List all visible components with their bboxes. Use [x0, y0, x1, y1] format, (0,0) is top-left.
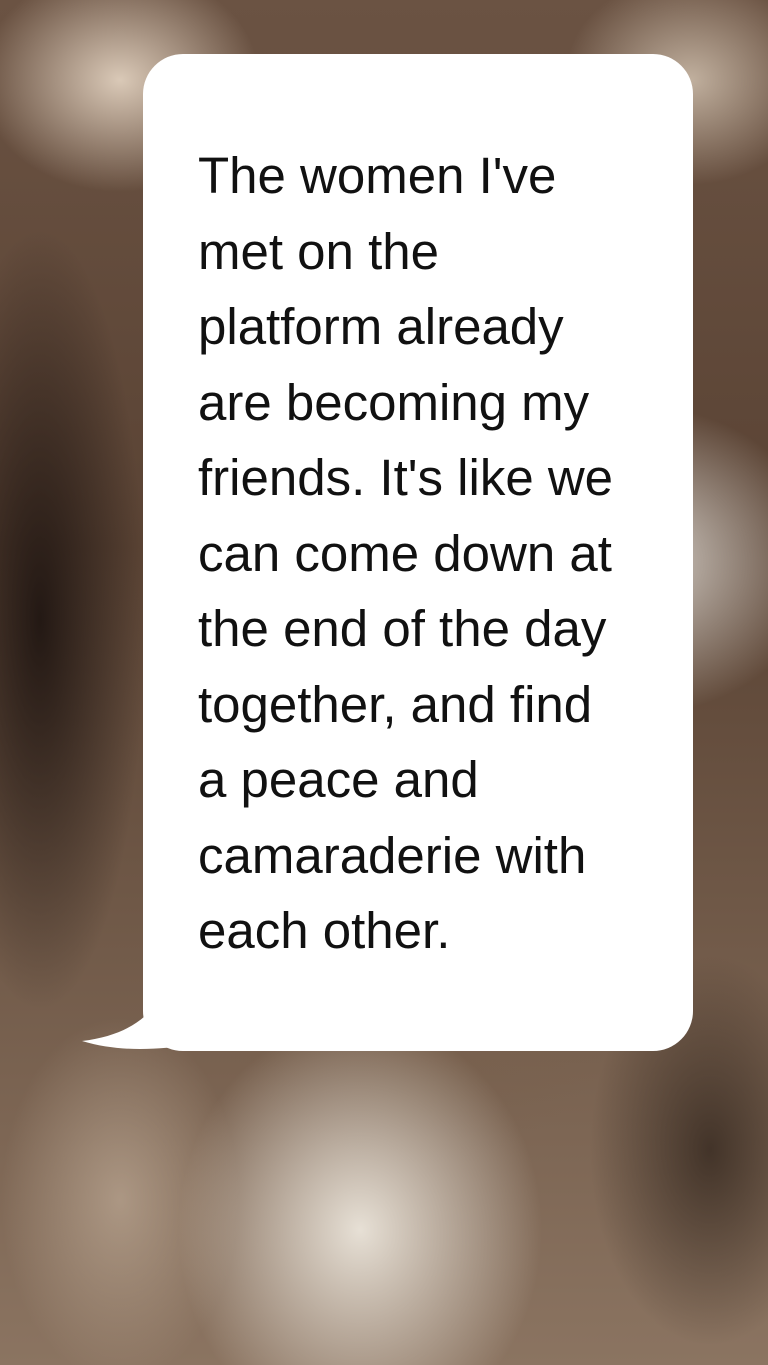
- testimonial-quote: The women I've met on the platform alrea…: [198, 147, 614, 959]
- background-photo: The women I've met on the platform alrea…: [0, 0, 768, 1365]
